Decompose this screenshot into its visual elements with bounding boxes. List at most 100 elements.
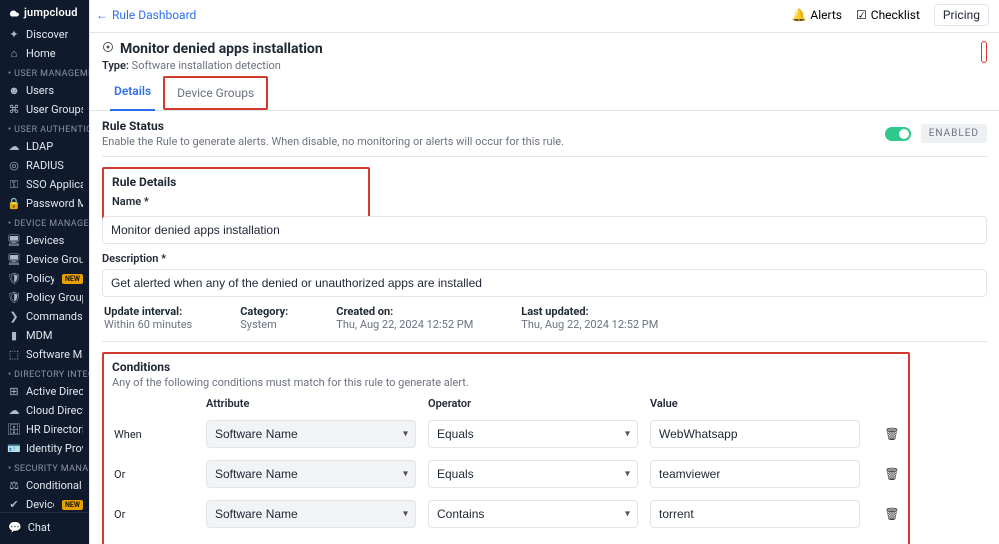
users-icon: ⌘ [8, 104, 20, 116]
cond-operator-select[interactable] [428, 500, 638, 528]
sidebar-item-label: Discover [26, 28, 68, 41]
briefcase-icon: 🗄 [8, 424, 20, 436]
cond-operator-select[interactable] [428, 460, 638, 488]
sidebar-item-label: Software Management [26, 348, 83, 361]
cond-keyword: When [114, 428, 194, 441]
badge-new: NEW [62, 500, 83, 510]
delete-icon[interactable]: 🗑 [872, 507, 912, 521]
monitor-icon: 🖥 [8, 235, 20, 247]
sidebar-section-device-management: DEVICE MANAGEMENT [0, 213, 89, 231]
sidebar-item-device-groups[interactable]: 🖥Device Groups [0, 250, 89, 269]
sidebar-item-cloud-directories[interactable]: ☁Cloud Directories [0, 401, 89, 420]
page-subtitle: Type: Software installation detection [102, 59, 323, 72]
sidebar-item-label: RADIUS [26, 159, 64, 172]
sidebar-item-label: Identity Providers [26, 442, 83, 455]
broadcast-icon: ◎ [8, 160, 20, 172]
sidebar-item-discover[interactable]: ✦ Discover [0, 25, 89, 44]
sidebar-item-label: User Groups [26, 103, 83, 116]
sidebar-item-ldap[interactable]: ☁ LDAP [0, 137, 89, 156]
cond-attribute-select[interactable] [206, 420, 416, 448]
page-head: Monitor denied apps installation Type: S… [90, 33, 999, 76]
condition-row: Or 🗑 [112, 454, 900, 494]
sidebar-item-hr-directories[interactable]: 🗄 HR Directories [0, 420, 89, 439]
type-label: Type: [102, 59, 129, 72]
main: ← Rule Dashboard 🔔 Alerts ☑ Checklist Pric… [90, 0, 999, 544]
checklist-link[interactable]: ☑ Checklist [856, 8, 920, 22]
cond-keyword: Or [114, 508, 194, 521]
delete-icon[interactable]: 🗑 [872, 427, 912, 441]
cond-value-input[interactable] [650, 500, 860, 528]
sidebar-item-identity-providers[interactable]: 🪪Identity Providers [0, 439, 89, 458]
back-button[interactable]: ← Rule Dashboard [96, 8, 196, 22]
sidebar-item-label: HR Directories [26, 423, 83, 436]
sidebar-item-mdm[interactable]: ▮MDM [0, 326, 89, 345]
alerts-label: Alerts [810, 8, 842, 22]
sidebar-item-label: Device Groups [26, 253, 83, 266]
description-input[interactable] [102, 269, 987, 297]
sidebar-item-password-manager[interactable]: 🔒Password Manager [0, 194, 89, 213]
col-attribute: Attribute [206, 397, 416, 410]
cond-operator-select[interactable] [428, 420, 638, 448]
tab-details[interactable]: Details [102, 76, 163, 110]
type-value: Software installation detection [132, 59, 281, 72]
page-action-cutoff[interactable] [981, 41, 987, 63]
cloud-icon: ☁ [8, 141, 20, 153]
sidebar-item-user-groups[interactable]: ⌘ User Groups [0, 100, 89, 119]
separator [102, 341, 987, 342]
checklist-label: Checklist [871, 8, 920, 22]
sidebar-item-label: Commands [26, 310, 83, 323]
pricing-button[interactable]: Pricing [934, 4, 989, 26]
sidebar-item-active-directory[interactable]: ⊞ Active Directory [0, 382, 89, 401]
rule-details-section: Rule Details Name Description Update int… [102, 167, 987, 342]
key-icon: ⚿ [8, 179, 20, 191]
clouds-icon: ☁ [8, 405, 20, 417]
condition-row: When 🗑 [112, 414, 900, 454]
sidebar-item-device-trust[interactable]: ✔Device TrustNEW [0, 495, 89, 512]
condition-row: Or 🗑 [112, 494, 900, 534]
name-input[interactable] [102, 216, 987, 244]
policy-icon: ⚖ [8, 480, 20, 492]
conditions-title: Conditions [112, 360, 900, 374]
rule-status-title: Rule Status [102, 119, 564, 133]
sidebar-nav: ✦ Discover ⌂ Home USER MANAGEMENT ☻Users… [0, 23, 89, 512]
col-operator: Operator [428, 397, 638, 410]
pricing-label: Pricing [943, 8, 980, 22]
sidebar-section-user-management: USER MANAGEMENT [0, 63, 89, 81]
sidebar-item-label: LDAP [26, 140, 53, 153]
delete-icon[interactable]: 🗑 [872, 467, 912, 481]
sidebar-item-radius[interactable]: ◎ RADIUS [0, 156, 89, 175]
sidebar-item-label: Active Directory [26, 385, 83, 398]
cond-attribute-select[interactable] [206, 500, 416, 528]
sidebar-item-home[interactable]: ⌂ Home [0, 44, 89, 63]
meta-category-value: System [240, 318, 277, 331]
checklist-icon: ☑ [856, 8, 867, 22]
conditions-header: Attribute Operator Value [112, 389, 900, 414]
rule-details-meta: Update interval:Within 60 minutes Catego… [102, 297, 987, 333]
sidebar-item-sso[interactable]: ⚿SSO Applications [0, 175, 89, 194]
sidebar-item-users[interactable]: ☻Users [0, 81, 89, 100]
sidebar-chat[interactable]: 💬 Chat [0, 512, 89, 544]
shields-icon: 🛡 [8, 292, 20, 304]
brand-name: jumpcloud [24, 6, 78, 19]
cond-value-input[interactable] [650, 460, 860, 488]
sidebar-item-commands[interactable]: ❯Commands [0, 307, 89, 326]
cond-keyword: Or [114, 468, 194, 481]
cond-value-input[interactable] [650, 420, 860, 448]
tabs: Details Device Groups [90, 76, 999, 111]
meta-category-label: Category: [240, 305, 288, 318]
sidebar-item-label: Users [26, 84, 54, 97]
sidebar-item-policy-groups[interactable]: 🛡 Policy Groups [0, 288, 89, 307]
sidebar-item-policy-management[interactable]: 🛡Policy ManagementNEW [0, 269, 89, 288]
windows-icon: ⊞ [8, 386, 20, 398]
enable-toggle[interactable] [885, 127, 911, 141]
bell-icon: 🔔 [791, 8, 806, 22]
tab-device-groups[interactable]: Device Groups [163, 76, 268, 110]
cond-attribute-select[interactable] [206, 460, 416, 488]
brand[interactable]: jumpcloud [0, 0, 89, 23]
sidebar-item-devices[interactable]: 🖥Devices [0, 231, 89, 250]
sidebar-item-software-management[interactable]: ⬚ Software Management [0, 345, 89, 364]
alerts-link[interactable]: 🔔 Alerts [791, 8, 842, 22]
sidebar-item-conditional-policies[interactable]: ⚖Conditional Policies [0, 476, 89, 495]
package-icon: ⬚ [8, 349, 20, 361]
sidebar-item-label: Policy Groups [26, 291, 83, 304]
